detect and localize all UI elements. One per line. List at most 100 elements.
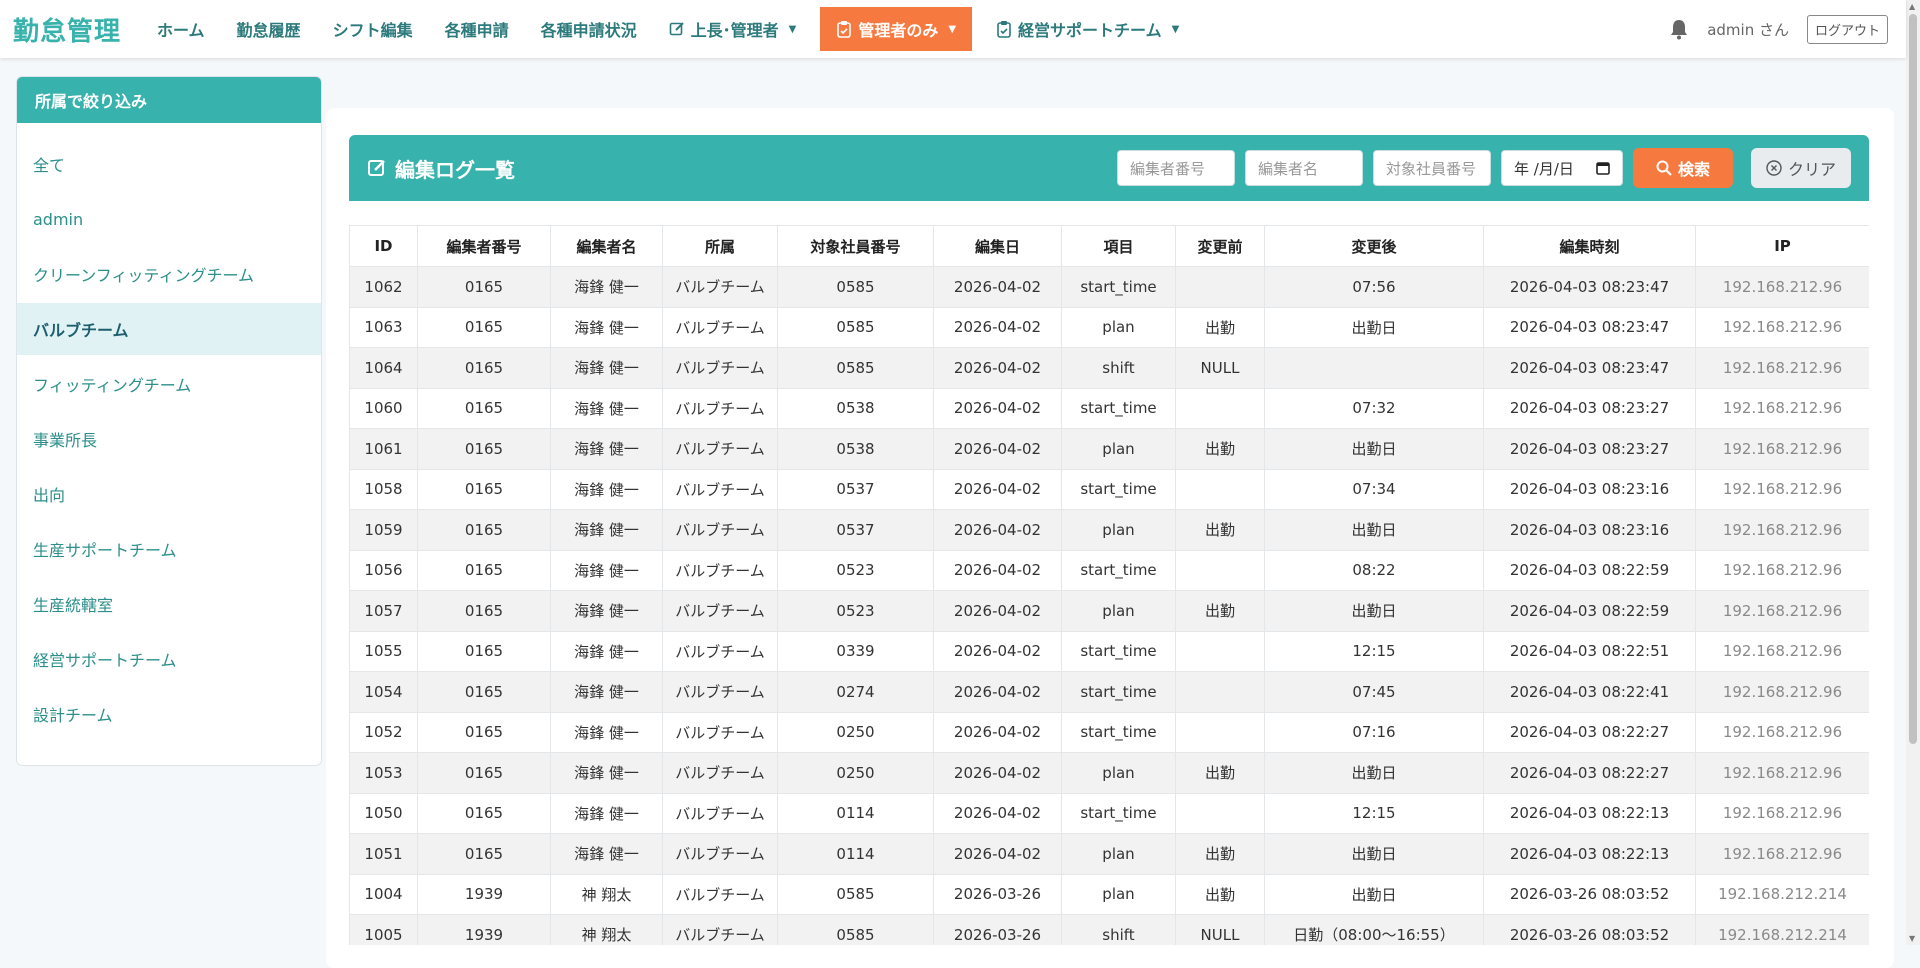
cell-department: バルブチーム xyxy=(662,711,778,753)
clear-button[interactable]: クリア xyxy=(1751,148,1851,188)
cell-field: start_time xyxy=(1061,468,1176,510)
sidebar-item-valve[interactable]: バルブチーム xyxy=(17,303,321,355)
nav-applications[interactable]: 各種申請 xyxy=(429,7,525,51)
cell-field: start_time xyxy=(1061,792,1176,834)
x-circle-icon xyxy=(1766,160,1782,176)
cell-edit-date: 2026-04-02 xyxy=(933,306,1062,348)
nav-attendance-history[interactable]: 勤怠履歴 xyxy=(221,7,317,51)
cell-field: plan xyxy=(1061,873,1176,915)
cell-editor-name: 海鋒 健一 xyxy=(550,792,663,834)
cell-before: 出勤 xyxy=(1175,509,1265,551)
cell-editor-number: 0165 xyxy=(417,306,551,348)
column-header-field: 項目 xyxy=(1061,225,1176,267)
table-row: 1055 0165 海鋒 健一 バルブチーム 0339 2026-04-02 start_t… xyxy=(349,630,1869,672)
column-header-target-employee-number: 対象社員番号 xyxy=(777,225,934,267)
cell-ip: 192.168.212.96 xyxy=(1695,590,1869,632)
cell-ip: 192.168.212.96 xyxy=(1695,468,1869,510)
cell-edit-date: 2026-04-02 xyxy=(933,792,1062,834)
column-header-before: 変更前 xyxy=(1175,225,1265,267)
cell-after xyxy=(1264,347,1484,389)
cell-id: 1054 xyxy=(349,671,418,713)
cell-field: plan xyxy=(1061,428,1176,470)
cell-department: バルブチーム xyxy=(662,833,778,875)
cell-target-employee-number: 0339 xyxy=(777,630,934,672)
scroll-up-arrow-icon[interactable]: ▲ xyxy=(1909,2,1915,11)
cell-editor-name: 海鋒 健一 xyxy=(550,590,663,632)
cell-after: 08:22 xyxy=(1264,549,1484,591)
column-header-editor-number: 編集者番号 xyxy=(417,225,551,267)
search-button[interactable]: 検索 xyxy=(1633,148,1733,188)
cell-target-employee-number: 0585 xyxy=(777,266,934,308)
scrollbar-thumb[interactable] xyxy=(1909,14,1917,744)
cell-id: 1060 xyxy=(349,387,418,429)
cell-edit-date: 2026-04-02 xyxy=(933,833,1062,875)
cell-before xyxy=(1175,671,1265,713)
panel-header: 編集ログ一覧 編集者番号 編集者名 対象社員番号 年 /月/日 検索 クリア xyxy=(349,135,1869,201)
table-row: 1004 1939 神 翔太 バルブチーム 0585 2026-03-26 plan 出勤 出勤… xyxy=(349,873,1869,915)
table-row: 1005 1939 神 翔太 バルブチーム 0585 2026-03-26 shift NUL… xyxy=(349,914,1869,945)
cell-target-employee-number: 0250 xyxy=(777,752,934,794)
sidebar-item-business-support[interactable]: 経営サポートチーム xyxy=(17,633,321,685)
cell-editor-name: 海鋒 健一 xyxy=(550,306,663,348)
target-employee-number-input[interactable]: 対象社員番号 xyxy=(1373,150,1491,186)
cell-edit-time: 2026-04-03 08:22:13 xyxy=(1483,833,1696,875)
cell-after: 07:34 xyxy=(1264,468,1484,510)
sidebar-item-admin[interactable]: admin xyxy=(17,193,321,245)
edit-icon xyxy=(368,160,385,176)
sidebar-item-clean-fitting[interactable]: クリーンフィッティングチーム xyxy=(17,248,321,300)
nav-shift-edit[interactable]: シフト編集 xyxy=(317,7,429,51)
search-icon xyxy=(1656,160,1672,176)
cell-edit-date: 2026-04-02 xyxy=(933,468,1062,510)
nav-shift-edit-label: シフト編集 xyxy=(332,21,413,40)
cell-department: バルブチーム xyxy=(662,630,778,672)
cell-edit-date: 2026-03-26 xyxy=(933,914,1062,945)
cell-before: 出勤 xyxy=(1175,306,1265,348)
sidebar-item-production-control[interactable]: 生産統轄室 xyxy=(17,578,321,630)
nav-home[interactable]: ホーム xyxy=(141,7,221,51)
cell-id: 1052 xyxy=(349,711,418,753)
cell-department: バルブチーム xyxy=(662,752,778,794)
cell-editor-number: 0165 xyxy=(417,671,551,713)
cell-ip: 192.168.212.96 xyxy=(1695,792,1869,834)
user-name: admin さん xyxy=(1707,20,1789,39)
cell-editor-number: 0165 xyxy=(417,549,551,591)
date-placeholder: 年 /月/日 xyxy=(1514,159,1574,178)
cell-ip: 192.168.212.96 xyxy=(1695,833,1869,875)
editor-name-input[interactable]: 編集者名 xyxy=(1245,150,1363,186)
cell-edit-time: 2026-04-03 08:23:27 xyxy=(1483,387,1696,429)
cell-before: 出勤 xyxy=(1175,752,1265,794)
cell-edit-date: 2026-04-02 xyxy=(933,590,1062,632)
sidebar-title: 所属で絞り込み xyxy=(17,77,321,123)
column-header-ip: IP xyxy=(1695,225,1869,267)
edit-log-table: ID 編集者番号 編集者名 所属 対象社員番号 編集日 項目 変更前 変更後 編集時刻 IP 106… xyxy=(349,225,1869,945)
cell-id: 1062 xyxy=(349,266,418,308)
clipboard-icon xyxy=(837,21,852,38)
cell-before: NULL xyxy=(1175,914,1265,945)
logout-button[interactable]: ログアウト xyxy=(1806,14,1888,44)
cell-target-employee-number: 0537 xyxy=(777,509,934,551)
nav-manager-dropdown[interactable]: 上長･管理者 ▼ xyxy=(653,7,813,51)
sidebar-item-fitting[interactable]: フィッティングチーム xyxy=(17,358,321,410)
table-row: 1062 0165 海鋒 健一 バルブチーム 0585 2026-04-02 start_t… xyxy=(349,266,1869,308)
cell-field: start_time xyxy=(1061,549,1176,591)
sidebar-item-all[interactable]: 全て xyxy=(17,138,321,190)
cell-ip: 192.168.212.96 xyxy=(1695,387,1869,429)
nav-business-support-dropdown[interactable]: 経営サポートチーム ▼ xyxy=(980,7,1195,51)
calendar-icon[interactable] xyxy=(1596,161,1610,175)
sidebar-item-site-manager[interactable]: 事業所長 xyxy=(17,413,321,465)
page-scrollbar[interactable]: ▲ ▼ xyxy=(1906,0,1920,945)
cell-ip: 192.168.212.96 xyxy=(1695,752,1869,794)
sidebar-item-secondment[interactable]: 出向 xyxy=(17,468,321,520)
table-header: ID 編集者番号 編集者名 所属 対象社員番号 編集日 項目 変更前 変更後 編集時刻 IP xyxy=(349,225,1869,267)
cell-ip: 192.168.212.96 xyxy=(1695,306,1869,348)
cell-edit-date: 2026-03-26 xyxy=(933,873,1062,915)
nav-application-status[interactable]: 各種申請状況 xyxy=(525,7,653,51)
sidebar-item-production-support[interactable]: 生産サポートチーム xyxy=(17,523,321,575)
scroll-down-arrow-icon[interactable]: ▼ xyxy=(1909,934,1915,943)
sidebar-item-design[interactable]: 設計チーム xyxy=(17,688,321,740)
editor-number-input[interactable]: 編集者番号 xyxy=(1117,150,1235,186)
edit-date-input[interactable]: 年 /月/日 xyxy=(1501,150,1623,186)
bell-icon[interactable] xyxy=(1669,18,1689,40)
nav-admin-only-dropdown[interactable]: 管理者のみ ▼ xyxy=(820,7,973,51)
brand-logo[interactable]: 勤怠管理 xyxy=(13,11,121,48)
